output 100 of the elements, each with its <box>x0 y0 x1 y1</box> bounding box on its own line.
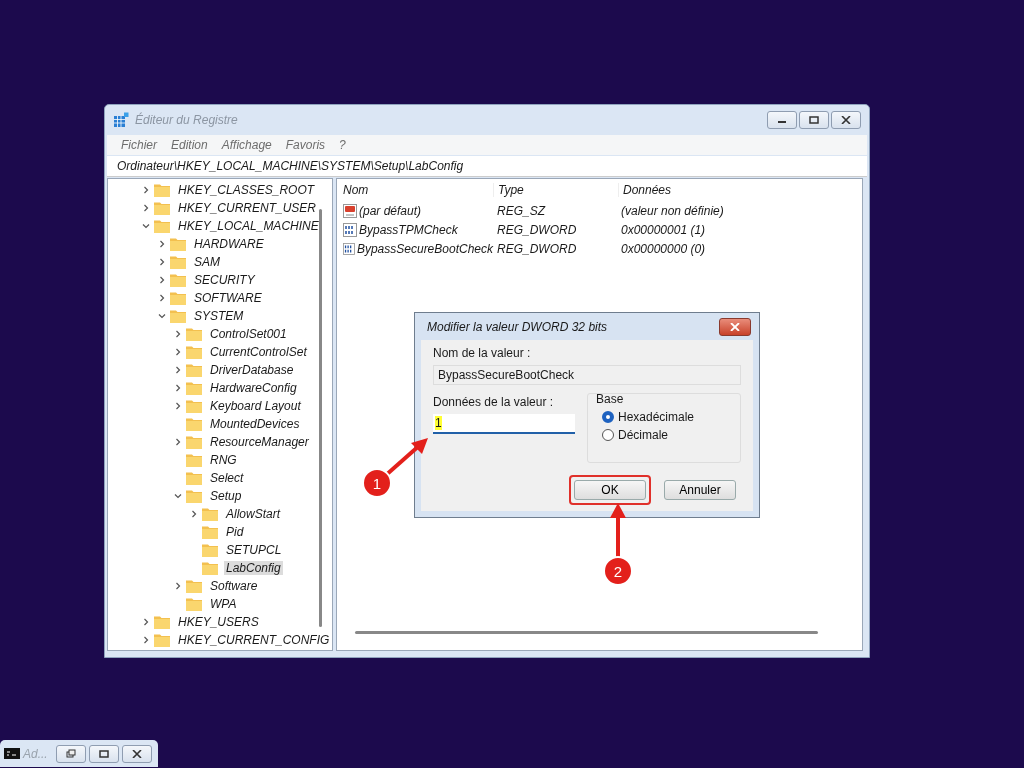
chevron-down-icon[interactable] <box>174 492 182 500</box>
chevron-down-icon[interactable] <box>142 222 150 230</box>
chevron-right-icon[interactable] <box>174 582 182 590</box>
chevron-right-icon[interactable] <box>174 384 182 392</box>
folder-icon <box>170 273 186 287</box>
registry-grid-icon <box>113 112 129 128</box>
menu-item[interactable]: Edition <box>171 138 208 152</box>
horizontal-scrollbar[interactable] <box>355 631 818 634</box>
maximize-button[interactable] <box>799 111 829 129</box>
value-name[interactable]: BypassSecureBootCheck <box>356 241 493 256</box>
folder-icon <box>154 183 170 197</box>
close-button[interactable] <box>122 744 152 763</box>
maximize-icon <box>99 749 109 758</box>
string-value-icon <box>343 203 357 218</box>
tree-item[interactable]: HKEY_LOCAL_MACHINE <box>176 219 321 233</box>
value-name[interactable]: (par défaut) <box>359 203 422 218</box>
chevron-right-icon[interactable] <box>142 618 150 626</box>
close-icon <box>841 116 851 124</box>
field-label: Nom de la valeur : <box>433 346 532 360</box>
value-type: REG_DWORD <box>496 241 578 256</box>
tree-item[interactable]: HardwareConfig <box>208 381 299 395</box>
tree-item[interactable]: DriverDatabase <box>208 363 296 377</box>
tree-item[interactable]: SECURITY <box>192 273 257 287</box>
tree-item[interactable]: Keyboard Layout <box>208 399 303 413</box>
value-data-field[interactable]: 1 <box>433 414 575 434</box>
chevron-right-icon[interactable] <box>142 204 150 212</box>
menu-item[interactable]: Fichier <box>121 138 157 152</box>
chevron-right-icon[interactable] <box>158 294 166 302</box>
close-icon <box>730 322 740 331</box>
tree-item[interactable]: SOFTWARE <box>192 291 264 305</box>
chevron-right-icon[interactable] <box>158 240 166 248</box>
chevron-right-icon[interactable] <box>158 258 166 266</box>
tree-item[interactable]: HKEY_USERS <box>176 615 261 629</box>
maximize-button[interactable] <box>89 744 119 763</box>
folder-icon <box>186 381 202 395</box>
chevron-down-icon[interactable] <box>158 312 166 320</box>
chevron-right-icon[interactable] <box>174 366 182 374</box>
close-button[interactable] <box>719 317 751 336</box>
chevron-right-icon[interactable] <box>174 438 182 446</box>
tree-item[interactable]: ControlSet001 <box>208 327 289 341</box>
restore-button[interactable] <box>56 744 86 763</box>
column-header[interactable]: Données <box>619 183 672 197</box>
tree-item[interactable]: CurrentControlSet <box>208 345 309 359</box>
tree-item[interactable]: HKEY_CURRENT_CONFIG <box>176 633 332 647</box>
radio-option[interactable]: Hexadécimale <box>602 410 732 424</box>
folder-icon <box>154 201 170 215</box>
chevron-right-icon[interactable] <box>142 636 150 644</box>
tree-item[interactable]: SETUPCL <box>224 543 284 557</box>
address-bar[interactable]: Ordinateur\HKEY_LOCAL_MACHINE\SYSTEM\Setup\LabConfig <box>107 156 867 177</box>
value-name[interactable]: BypassTPMCheck <box>359 222 458 237</box>
folder-icon <box>186 345 202 359</box>
chevron-right-icon[interactable] <box>190 510 198 518</box>
tree-item[interactable]: HARDWARE <box>192 237 266 251</box>
folder-icon <box>202 561 218 575</box>
value-type: REG_DWORD <box>496 222 578 237</box>
folder-icon <box>154 633 170 647</box>
group-label: Base <box>596 392 625 406</box>
value-data: 0x00000001 (1) <box>620 222 706 237</box>
menu-item[interactable]: Favoris <box>285 138 326 152</box>
menu-item[interactable]: ? <box>339 138 346 152</box>
column-header[interactable]: Type <box>494 183 619 197</box>
chevron-right-icon[interactable] <box>174 348 182 356</box>
chevron-right-icon[interactable] <box>158 276 166 284</box>
tree-item[interactable]: AllowStart <box>224 507 283 521</box>
vertical-scrollbar[interactable] <box>319 209 322 627</box>
chevron-right-icon[interactable] <box>142 186 150 194</box>
column-header[interactable]: Nom <box>337 183 494 197</box>
close-icon <box>132 749 142 758</box>
tree-item[interactable]: HKEY_CURRENT_USER <box>176 201 319 215</box>
tree-item[interactable]: SYSTEM <box>192 309 246 323</box>
minimize-button[interactable] <box>767 111 797 129</box>
tree-item[interactable]: LabConfig <box>224 561 283 575</box>
ok-button[interactable]: OK <box>574 480 646 500</box>
folder-icon <box>186 327 202 341</box>
tree-item[interactable]: RNG <box>208 453 239 467</box>
radio-option[interactable]: Décimale <box>602 428 732 442</box>
tree-item[interactable]: Software <box>208 579 260 593</box>
tree-item[interactable]: Pid <box>224 525 246 539</box>
chevron-right-icon[interactable] <box>174 330 182 338</box>
value-name-field[interactable]: BypassSecureBootCheck <box>433 365 741 385</box>
tree-item[interactable]: HKEY_CLASSES_ROOT <box>176 183 317 197</box>
folder-icon <box>186 471 202 485</box>
minimized-window-title: Ad... <box>23 746 49 761</box>
tree-item[interactable]: MountedDevices <box>208 417 302 431</box>
folder-icon <box>202 525 218 539</box>
chevron-right-icon[interactable] <box>174 402 182 410</box>
value-data: (valeur non définie) <box>620 203 724 218</box>
console-icon <box>4 748 20 759</box>
tree-item[interactable]: Setup <box>208 489 244 503</box>
close-button[interactable] <box>831 111 861 129</box>
tree-item[interactable]: SAM <box>192 255 222 269</box>
binary-value-icon <box>343 241 355 256</box>
cancel-button[interactable]: Annuler <box>664 480 736 500</box>
tree-item[interactable]: ResourceManager <box>208 435 311 449</box>
folder-icon <box>186 453 202 467</box>
tree-item[interactable]: WPA <box>208 597 239 611</box>
menu-item[interactable]: Affichage <box>221 138 272 152</box>
folder-icon <box>154 219 170 233</box>
tree-item[interactable]: Select <box>208 471 246 485</box>
folder-icon <box>186 597 202 611</box>
